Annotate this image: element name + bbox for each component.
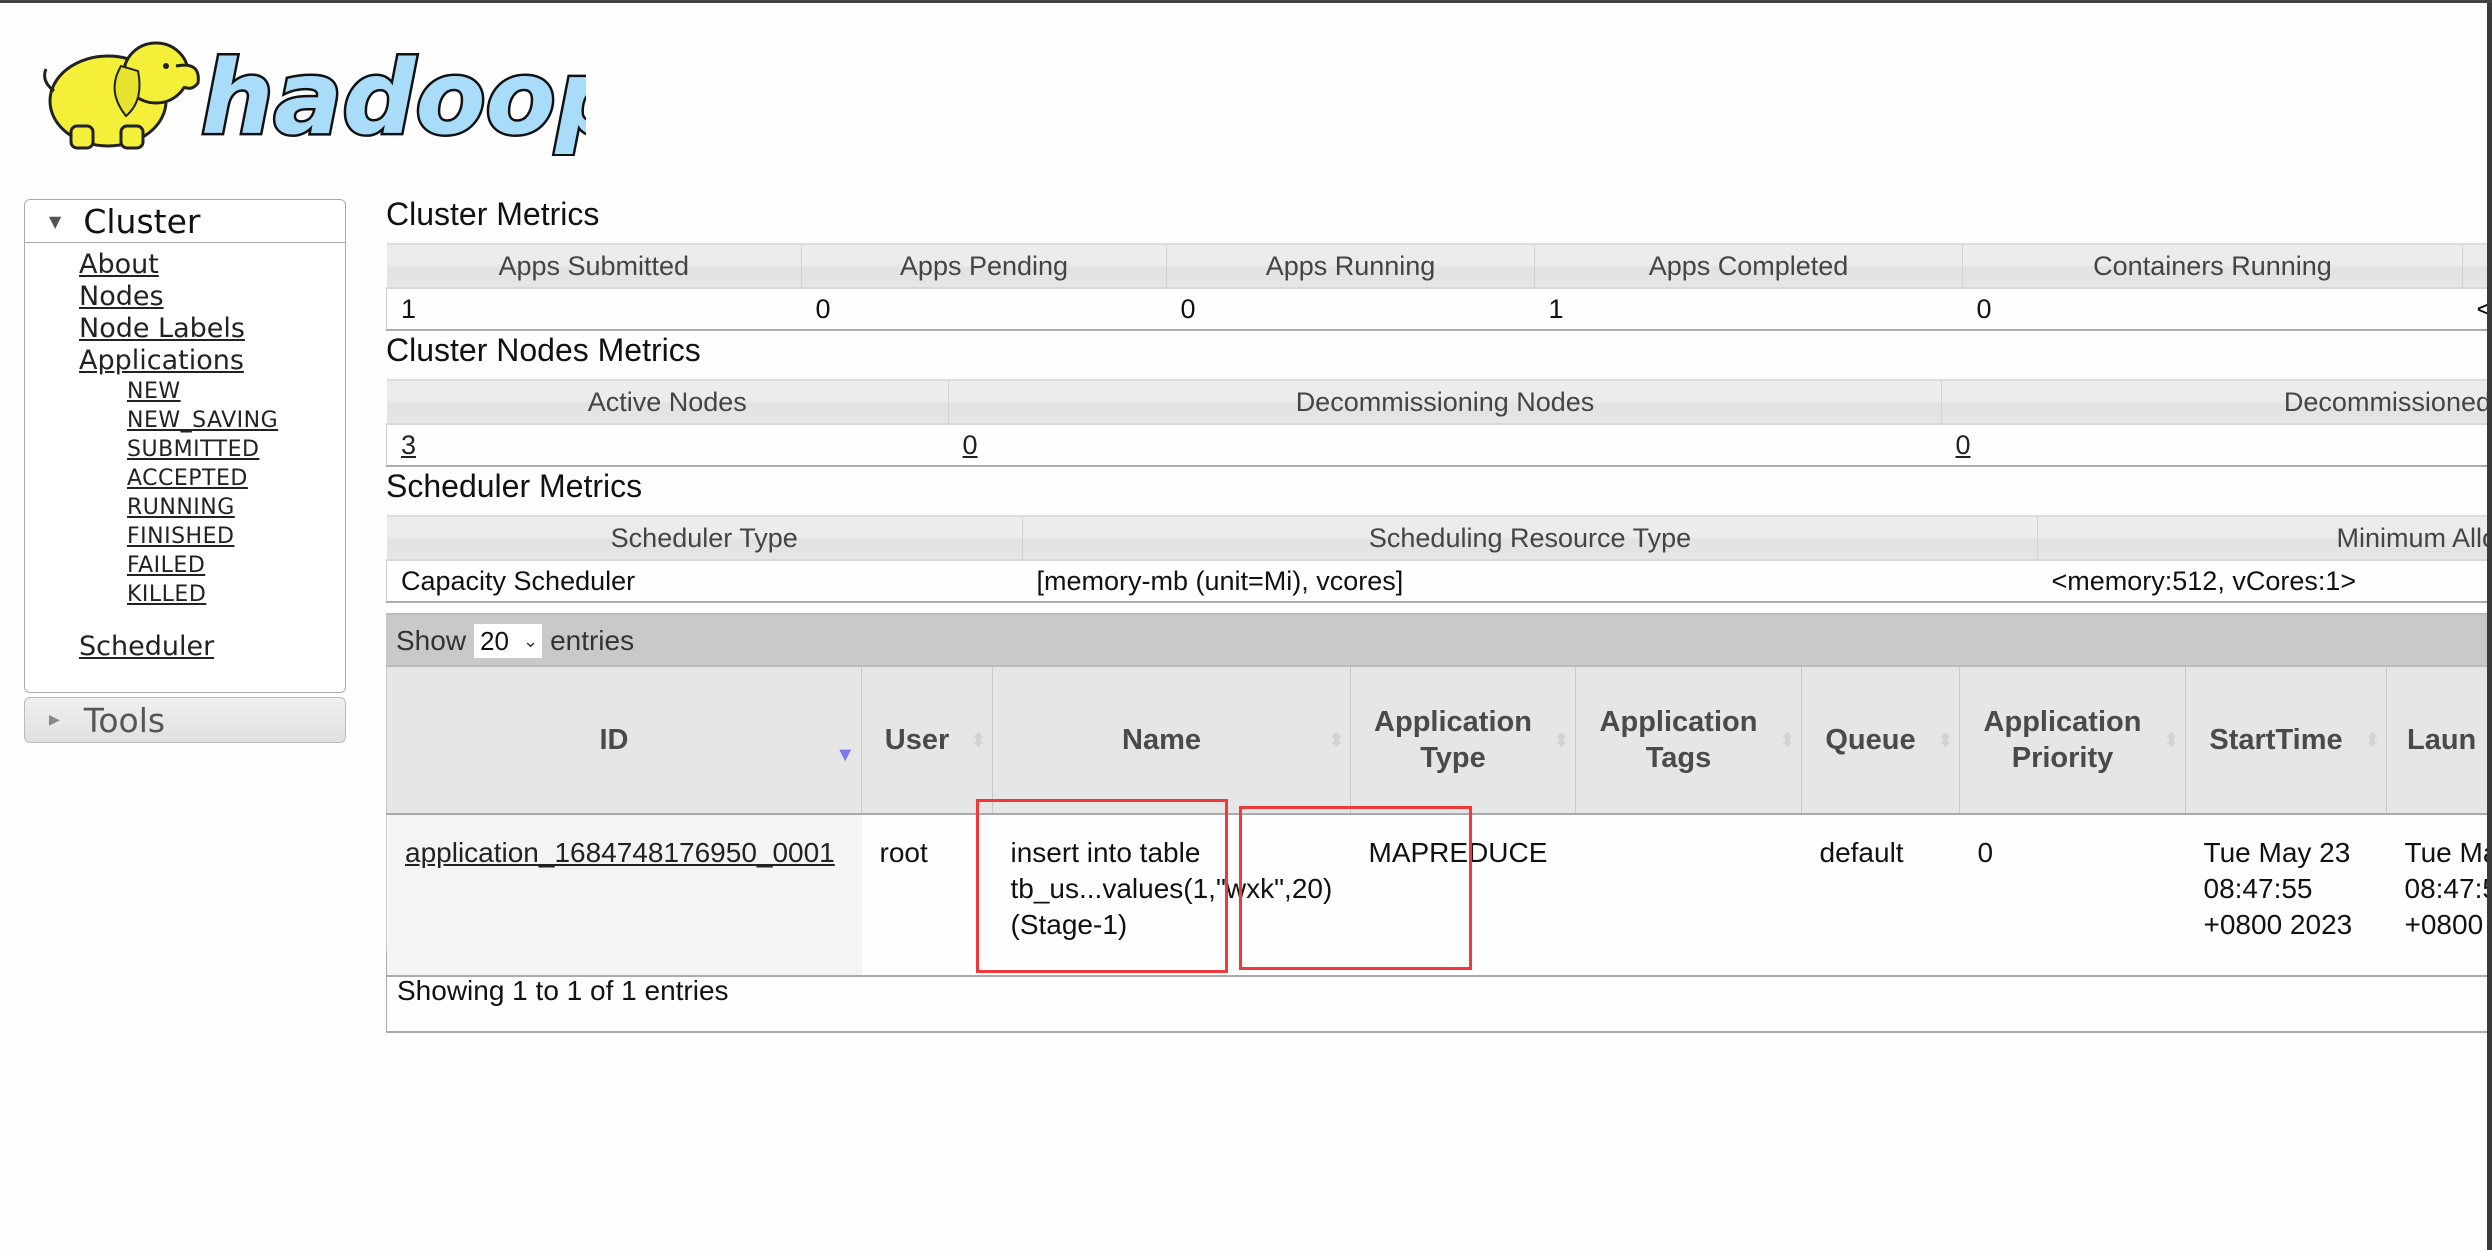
col-queue[interactable]: Queue⬍	[1802, 666, 1960, 814]
cluster-metrics-title: Cluster Metrics	[386, 196, 599, 233]
col-id[interactable]: ID▼	[387, 666, 862, 814]
nav-state-killed[interactable]: KILLED	[25, 580, 345, 609]
cluster-menu: ▼ Cluster About Nodes Node Labels Applic…	[24, 199, 346, 693]
nav-state-new-saving[interactable]: NEW_SAVING	[25, 406, 345, 435]
nav-state-failed[interactable]: FAILED	[25, 551, 345, 580]
col-containers-running: Containers Running	[1963, 244, 2463, 288]
col-scheduler-type: Scheduler Type	[387, 516, 1023, 560]
col-decommissioning-nodes: Decommissioning Nodes	[949, 380, 1942, 424]
page-size-value: 20	[480, 626, 509, 657]
col-launch-time[interactable]: Laun	[2387, 666, 2492, 814]
nav-state-new[interactable]: NEW	[25, 377, 345, 406]
sort-icon: ⬍	[2365, 722, 2380, 758]
cluster-metrics-table: Apps Submitted Apps Pending Apps Running…	[386, 243, 2492, 331]
col-name[interactable]: Name⬍	[993, 666, 1351, 814]
col-application-priority[interactable]: Application Priority⬍	[1960, 666, 2186, 814]
nav-state-running[interactable]: RUNNING	[25, 493, 345, 522]
active-nodes-link[interactable]: 3	[401, 430, 416, 460]
tools-menu-header[interactable]: ▶ Tools	[24, 697, 346, 743]
tools-menu-title: Tools	[84, 701, 165, 740]
nav-state-finished[interactable]: FINISHED	[25, 522, 345, 551]
show-label: Show	[396, 625, 466, 657]
sort-icon: ⬍	[1329, 722, 1344, 758]
sort-icon: ⬍	[2164, 722, 2179, 758]
nav-about[interactable]: About	[25, 249, 345, 281]
nav-applications[interactable]: Applications	[25, 345, 345, 377]
elephant-icon	[45, 43, 199, 148]
val-apps-submitted: 1	[387, 288, 802, 330]
sort-icon: ⬍	[1554, 722, 1569, 758]
col-apps-completed: Apps Completed	[1535, 244, 1963, 288]
decommissioning-nodes-link[interactable]: 0	[963, 430, 978, 460]
hadoop-logo: hadoop	[26, 21, 586, 156]
app-state-list: NEW NEW_SAVING SUBMITTED ACCEPTED RUNNIN…	[25, 377, 345, 609]
caret-right-icon: ▶	[49, 712, 60, 728]
col-application-type[interactable]: Application Type⬍	[1351, 666, 1576, 814]
nav-scheduler[interactable]: Scheduler	[25, 631, 345, 663]
sort-icon: ⬍	[1780, 722, 1795, 758]
col-active-nodes: Active Nodes	[387, 380, 949, 424]
col-apps-running: Apps Running	[1167, 244, 1535, 288]
col-minimum-allocation: Minimum Allo	[2038, 516, 2492, 560]
highlight-box-application-type	[1239, 806, 1472, 970]
highlight-box-name	[976, 799, 1228, 973]
application-id-link[interactable]: application_1684748176950_0001	[405, 837, 835, 868]
val-containers-running: 0	[1963, 288, 2463, 330]
scheduler-metrics-title: Scheduler Metrics	[386, 468, 642, 505]
val-minimum-allocation: <memory:512, vCores:1>	[2038, 560, 2492, 602]
cluster-menu-title: Cluster	[83, 202, 200, 241]
val-scheduling-resource-type: [memory-mb (unit=Mi), vcores]	[1023, 560, 2038, 602]
window-border	[2487, 3, 2492, 1250]
page-size-select[interactable]: 20 ⌄	[474, 624, 542, 658]
entries-label: entries	[550, 625, 634, 657]
val-active-nodes: 3	[387, 424, 949, 466]
col-apps-pending: Apps Pending	[802, 244, 1167, 288]
cluster-menu-header[interactable]: ▼ Cluster	[25, 200, 345, 243]
col-application-tags[interactable]: Application Tags⬍	[1576, 666, 1802, 814]
col-user[interactable]: User⬍	[862, 666, 993, 814]
val-apps-pending: 0	[802, 288, 1167, 330]
sort-icon: ⬍	[971, 722, 986, 758]
val-decommissioning-nodes: 0	[949, 424, 1942, 466]
sidebar: ▼ Cluster About Nodes Node Labels Applic…	[24, 199, 346, 743]
cluster-nodes-metrics-title: Cluster Nodes Metrics	[386, 332, 701, 369]
val-scheduler-type: Capacity Scheduler	[387, 560, 1023, 602]
col-starttime[interactable]: StartTime⬍	[2186, 666, 2387, 814]
nav-nodes[interactable]: Nodes	[25, 281, 345, 313]
caret-down-icon: ▼	[49, 212, 61, 231]
nav-state-submitted[interactable]: SUBMITTED	[25, 435, 345, 464]
nav-node-labels[interactable]: Node Labels	[25, 313, 345, 345]
nav-state-accepted[interactable]: ACCEPTED	[25, 464, 345, 493]
scheduler-metrics-table: Scheduler Type Scheduling Resource Type …	[386, 515, 2492, 603]
col-decommissioned-nodes: Decommissioned	[1942, 380, 2492, 424]
val-decommissioned-nodes: 0	[1942, 424, 2492, 466]
chevron-down-icon: ⌄	[523, 631, 538, 652]
col-apps-submitted: Apps Submitted	[387, 244, 802, 288]
col-scheduling-resource-type: Scheduling Resource Type	[1023, 516, 2038, 560]
cluster-nodes-metrics-table: Active Nodes Decommissioning Nodes Decom…	[386, 379, 2492, 467]
svg-text:hadoop: hadoop	[201, 39, 586, 156]
val-apps-completed: 1	[1535, 288, 1963, 330]
sort-icon: ⬍	[1938, 722, 1953, 758]
page-length-bar: Show 20 ⌄ entries	[386, 613, 2492, 667]
decommissioned-nodes-link[interactable]: 0	[1956, 430, 1971, 460]
val-apps-running: 0	[1167, 288, 1535, 330]
sort-desc-icon: ▼	[835, 737, 855, 773]
